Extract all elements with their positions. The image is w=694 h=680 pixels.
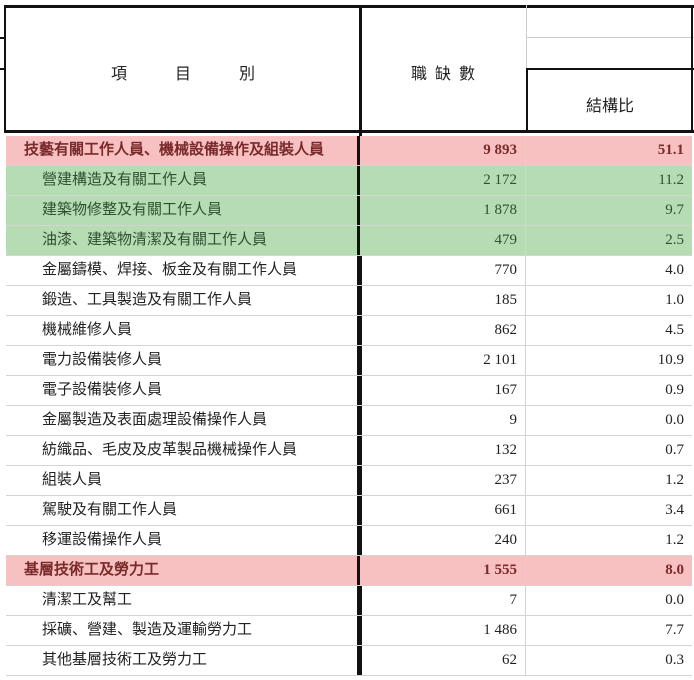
vacancies-cell: 9 893 bbox=[360, 136, 526, 165]
vacancies-column-header: 職 缺 數 bbox=[410, 66, 477, 83]
row-label: 基層技術工及勞力工 bbox=[6, 556, 360, 585]
item-column-header: 項 目 別 bbox=[110, 66, 255, 83]
vacancies-cell: 1 486 bbox=[360, 616, 526, 645]
vacancies-cell: 1 555 bbox=[360, 556, 526, 585]
ratio-cell: 1.2 bbox=[665, 472, 684, 488]
table-row: 機械維修人員 862 4.5 bbox=[6, 316, 692, 346]
vacancies-cell: 770 bbox=[360, 256, 526, 285]
ratio-cell: 51.1 bbox=[657, 142, 684, 158]
table-row: 金屬鑄模、焊接、板金及有關工作人員 770 4.0 bbox=[6, 256, 692, 286]
ratio-cell: 7.7 bbox=[665, 622, 684, 638]
vacancies-cell: 9 bbox=[360, 406, 526, 435]
table-row: 營建構造及有關工作人員 2 172 11.2 bbox=[6, 166, 692, 196]
table-row: 電子設備裝修人員 167 0.9 bbox=[6, 376, 692, 406]
table-body: 技藝有關工作人員、機械設備操作及組裝人員 9 893 51.1 營建構造及有關工作人員… bbox=[6, 136, 692, 676]
row-label: 技藝有關工作人員、機械設備操作及組裝人員 bbox=[6, 136, 360, 165]
ratio-cell: 0.0 bbox=[665, 592, 684, 608]
ratio-cell: 0.7 bbox=[665, 442, 684, 458]
row-label: 營建構造及有關工作人員 bbox=[6, 166, 360, 195]
row-label: 其他基層技術工及勞力工 bbox=[6, 646, 360, 675]
row-label: 採礦、營建、製造及運輸勞力工 bbox=[6, 616, 360, 645]
row-label: 鍛造、工具製造及有關工作人員 bbox=[6, 286, 360, 315]
table-row: 基層技術工及勞力工 1 555 8.0 bbox=[6, 556, 692, 586]
ratio-cell: 0.0 bbox=[665, 412, 684, 428]
row-label: 機械維修人員 bbox=[6, 316, 360, 345]
ratio-cell: 1.0 bbox=[665, 292, 684, 308]
vacancies-cell: 1 878 bbox=[360, 196, 526, 225]
row-label: 組裝人員 bbox=[6, 466, 360, 495]
row-label: 電子設備裝修人員 bbox=[6, 376, 360, 405]
ratio-cell: 3.4 bbox=[665, 502, 684, 518]
table-row: 組裝人員 237 1.2 bbox=[6, 466, 692, 496]
row-label: 紡織品、毛皮及皮革製品機械操作人員 bbox=[6, 436, 360, 465]
row-label: 建築物修整及有關工作人員 bbox=[6, 196, 360, 225]
ratio-cell: 2.5 bbox=[665, 232, 684, 248]
row-tick bbox=[0, 37, 6, 39]
row-label: 電力設備裝修人員 bbox=[6, 346, 360, 375]
table-row: 金屬製造及表面處理設備操作人員 9 0.0 bbox=[6, 406, 692, 436]
ratio-column-header: 結構比 bbox=[585, 98, 634, 115]
header-row-line bbox=[526, 37, 694, 38]
vacancies-cell: 7 bbox=[360, 586, 526, 615]
ratio-cell: 11.2 bbox=[658, 172, 684, 188]
vacancies-cell: 862 bbox=[360, 316, 526, 345]
vacancies-cell: 661 bbox=[360, 496, 526, 525]
ratio-cell: 9.7 bbox=[665, 202, 684, 218]
vacancies-cell: 62 bbox=[360, 646, 526, 675]
ratio-cell: 10.9 bbox=[657, 352, 684, 368]
vacancies-cell: 167 bbox=[360, 376, 526, 405]
table-row: 駕駛及有關工作人員 661 3.4 bbox=[6, 496, 692, 526]
table-row: 電力設備裝修人員 2 101 10.9 bbox=[6, 346, 692, 376]
ratio-cell: 0.9 bbox=[665, 382, 684, 398]
row-label: 油漆、建築物清潔及有關工作人員 bbox=[6, 226, 360, 255]
row-label: 金屬鑄模、焊接、板金及有關工作人員 bbox=[6, 256, 360, 285]
vacancies-cell: 2 172 bbox=[360, 166, 526, 195]
vacancies-cell: 2 101 bbox=[360, 346, 526, 375]
table-row: 採礦、營建、製造及運輸勞力工 1 486 7.7 bbox=[6, 616, 692, 646]
row-label: 移運設備操作人員 bbox=[6, 526, 360, 555]
row-label: 駕駛及有關工作人員 bbox=[6, 496, 360, 525]
vacancies-cell: 240 bbox=[360, 526, 526, 555]
table-row: 技藝有關工作人員、機械設備操作及組裝人員 9 893 51.1 bbox=[6, 136, 692, 166]
table-row: 鍛造、工具製造及有關工作人員 185 1.0 bbox=[6, 286, 692, 316]
vacancies-cell: 237 bbox=[360, 466, 526, 495]
row-label: 清潔工及幫工 bbox=[6, 586, 360, 615]
table-row: 清潔工及幫工 7 0.0 bbox=[6, 586, 692, 616]
vacancies-cell: 185 bbox=[360, 286, 526, 315]
ratio-cell: 4.5 bbox=[665, 322, 684, 338]
ratio-cell: 4.0 bbox=[665, 262, 684, 278]
ratio-cell: 1.2 bbox=[665, 532, 684, 548]
ratio-cell: 8.0 bbox=[665, 562, 684, 578]
vacancies-cell: 479 bbox=[360, 226, 526, 255]
header-row-line bbox=[526, 68, 694, 70]
table-row: 建築物修整及有關工作人員 1 878 9.7 bbox=[6, 196, 692, 226]
table-row: 油漆、建築物清潔及有關工作人員 479 2.5 bbox=[6, 226, 692, 256]
table-row: 其他基層技術工及勞力工 62 0.3 bbox=[6, 646, 692, 676]
table-row: 紡織品、毛皮及皮革製品機械操作人員 132 0.7 bbox=[6, 436, 692, 466]
ratio-cell: 0.3 bbox=[665, 652, 684, 668]
vacancies-cell: 132 bbox=[360, 436, 526, 465]
table-row: 移運設備操作人員 240 1.2 bbox=[6, 526, 692, 556]
row-label: 金屬製造及表面處理設備操作人員 bbox=[6, 406, 360, 435]
